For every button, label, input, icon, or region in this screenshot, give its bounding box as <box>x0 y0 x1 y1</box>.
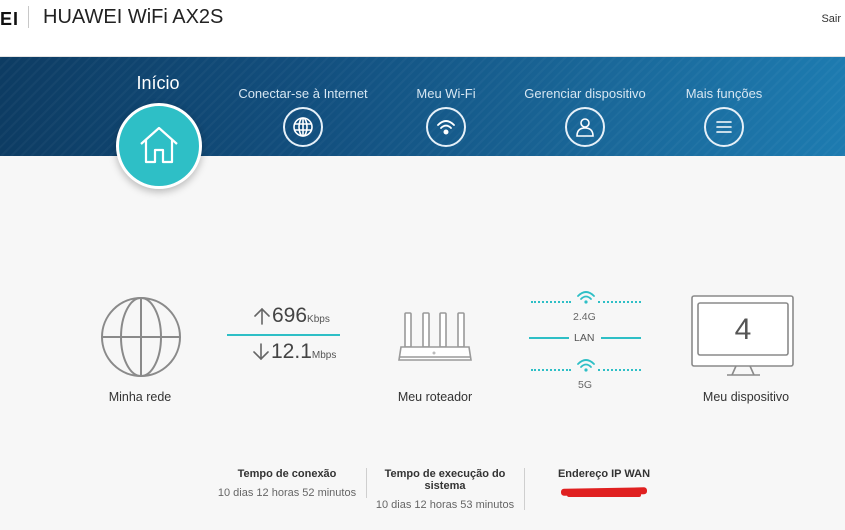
upload-speed: 696Kbps <box>272 304 330 328</box>
band-24-line-left <box>531 301 571 303</box>
uptime-title: Tempo de execução do sistema <box>384 468 506 492</box>
band-5-label: 5G <box>578 379 593 391</box>
wan-ip-redaction <box>567 493 641 497</box>
upload-speed-unit: Kbps <box>307 314 330 325</box>
wifi-5g-icon <box>577 359 595 372</box>
wifi-24-icon <box>577 291 595 304</box>
download-speed: 12.1Mbps <box>271 340 336 364</box>
download-speed-value: 12.1 <box>271 340 312 363</box>
network-globe-icon[interactable] <box>99 295 183 379</box>
uptime-value: 10 dias 12 horas 53 minutos <box>375 499 515 511</box>
lan-line-right <box>601 337 641 339</box>
network-label: Minha rede <box>108 390 172 404</box>
menu-icon <box>704 107 744 147</box>
nav-item-label: Gerenciar dispositivo <box>524 86 646 101</box>
device-count: 4 <box>734 313 752 346</box>
download-speed-unit: Mbps <box>311 350 337 361</box>
device-label: Meu dispositivo <box>702 390 790 404</box>
band-5-line-right <box>598 369 641 371</box>
user-icon <box>565 107 605 147</box>
globe-icon <box>283 107 323 147</box>
band-24-line-right <box>598 301 641 303</box>
upload-speed-value: 696 <box>272 304 308 327</box>
router-label: Meu roteador <box>397 390 473 404</box>
title-divider <box>28 6 29 28</box>
connection-time-value: 10 dias 12 horas 52 minutos <box>217 487 357 499</box>
speed-divider <box>227 334 340 336</box>
nav-item-more[interactable]: Mais funções <box>674 57 774 147</box>
download-arrow-icon <box>253 343 269 361</box>
connection-time-title: Tempo de conexão <box>237 468 337 480</box>
brand-logo: EI <box>0 9 20 29</box>
info-divider <box>524 468 525 510</box>
info-divider <box>366 468 367 498</box>
nav-item-label: Conectar-se à Internet <box>238 86 368 101</box>
band-5-line-left <box>531 369 571 371</box>
nav-item-devices[interactable]: Gerenciar dispositivo <box>520 57 650 147</box>
wifi-icon <box>426 107 466 147</box>
nav-item-internet[interactable]: Conectar-se à Internet <box>236 57 370 147</box>
wan-ip-title: Endereço IP WAN <box>557 468 651 480</box>
router-icon[interactable] <box>397 310 473 364</box>
logout-link[interactable]: Sair <box>821 13 841 25</box>
nav-item-home[interactable] <box>116 103 202 189</box>
nav-item-label: Mais funções <box>685 86 763 101</box>
band-24-label: 2.4G <box>573 311 596 323</box>
nav-item-home-label[interactable]: Início <box>118 73 198 94</box>
top-bar: EI HUAWEI WiFi AX2S Sair <box>0 0 845 57</box>
page-title: HUAWEI WiFi AX2S <box>43 6 224 28</box>
lan-line-left <box>529 337 569 339</box>
nav-item-label: Meu Wi-Fi <box>416 86 476 101</box>
lan-label: LAN <box>574 332 595 344</box>
upload-arrow-icon <box>254 307 270 325</box>
nav-item-my-wifi[interactable]: Meu Wi-Fi <box>396 57 496 147</box>
